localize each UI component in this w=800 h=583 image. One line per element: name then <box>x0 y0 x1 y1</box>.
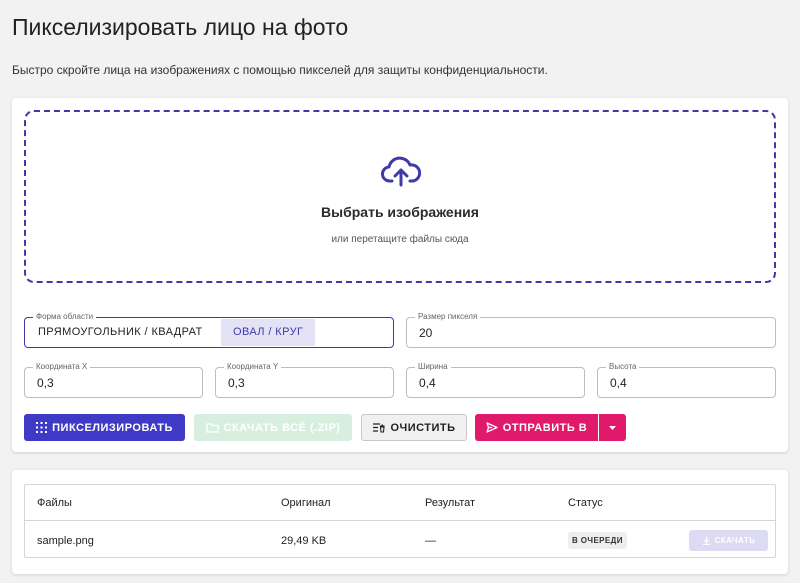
coord-x-input[interactable]: 0,3 <box>37 376 54 390</box>
row-file-name: sample.png <box>37 535 94 547</box>
column-header-original: Оригинал <box>281 497 331 509</box>
shape-selector: Форма области ПРЯМОУГОЛЬНИК / КВАДРАТ ОВ… <box>24 312 394 348</box>
coord-y-label: Координата Y <box>224 362 282 372</box>
files-card: Файлы Оригинал Результат Статус sample.p… <box>12 470 788 574</box>
send-icon <box>486 422 498 433</box>
row-download-label: СКАЧАТЬ <box>714 536 756 545</box>
height-field[interactable]: Высота 0,4 <box>597 362 776 398</box>
send-to-button[interactable]: ОТПРАВИТЬ В <box>475 414 598 441</box>
coord-y-field[interactable]: Координата Y 0,3 <box>215 362 394 398</box>
download-zip-button[interactable]: СКАЧАТЬ ВСЁ (.ZIP) <box>194 414 352 441</box>
row-original-size: 29,49 KB <box>281 535 327 547</box>
pixel-size-field[interactable]: Размер пикселя 20 <box>406 312 776 348</box>
dropzone-title[interactable]: Выбрать изображения <box>26 204 774 220</box>
status-badge: В ОЧЕРЕДИ <box>568 532 627 549</box>
clear-button[interactable]: ОЧИСТИТЬ <box>361 414 467 441</box>
row-result: — <box>425 535 436 547</box>
page-title: Пикселизировать лицо на фото <box>12 14 349 40</box>
height-label: Высота <box>606 362 640 372</box>
tool-card: Выбрать изображения или перетащите файлы… <box>12 98 788 452</box>
column-header-status: Статус <box>568 497 603 509</box>
width-field[interactable]: Ширина 0,4 <box>406 362 585 398</box>
download-zip-label: СКАЧАТЬ ВСЁ (.ZIP) <box>223 421 341 434</box>
file-dropzone[interactable]: Выбрать изображения или перетащите файлы… <box>24 110 776 283</box>
column-header-files: Файлы <box>37 497 72 509</box>
coord-x-field[interactable]: Координата X 0,3 <box>24 362 203 398</box>
width-label: Ширина <box>415 362 451 372</box>
width-input[interactable]: 0,4 <box>419 376 436 390</box>
coord-x-label: Координата X <box>33 362 91 372</box>
pixelate-button[interactable]: ПИКСЕЛИЗИРОВАТЬ <box>24 414 185 441</box>
files-table: Файлы Оригинал Результат Статус sample.p… <box>24 484 776 558</box>
pixel-size-label: Размер пикселя <box>415 312 481 322</box>
pixelate-label: ПИКСЕЛИЗИРОВАТЬ <box>52 421 173 434</box>
pixel-size-input[interactable]: 20 <box>419 326 432 340</box>
dropzone-subtitle: или перетащите файлы сюда <box>331 234 469 245</box>
send-dropdown-button[interactable] <box>599 414 626 441</box>
shape-option-rectangle[interactable]: ПРЯМОУГОЛЬНИК / КВАДРАТ <box>26 319 215 346</box>
row-download-button[interactable]: СКАЧАТЬ <box>689 530 768 551</box>
column-header-result: Результат <box>425 497 476 509</box>
page-description: Быстро скройте лица на изображениях с по… <box>12 63 548 77</box>
folder-icon <box>205 423 219 433</box>
coord-y-input[interactable]: 0,3 <box>228 376 245 390</box>
height-input[interactable]: 0,4 <box>610 376 627 390</box>
grid-icon <box>36 422 48 433</box>
caret-down-icon <box>609 425 616 430</box>
clear-label: ОЧИСТИТЬ <box>390 421 456 434</box>
table-header: Файлы Оригинал Результат Статус <box>25 485 775 521</box>
download-icon <box>702 536 710 545</box>
cloud-upload-icon <box>381 156 421 187</box>
send-label: ОТПРАВИТЬ В <box>502 421 588 434</box>
clear-list-icon <box>373 423 386 433</box>
shape-option-oval[interactable]: ОВАЛ / КРУГ <box>221 319 316 346</box>
